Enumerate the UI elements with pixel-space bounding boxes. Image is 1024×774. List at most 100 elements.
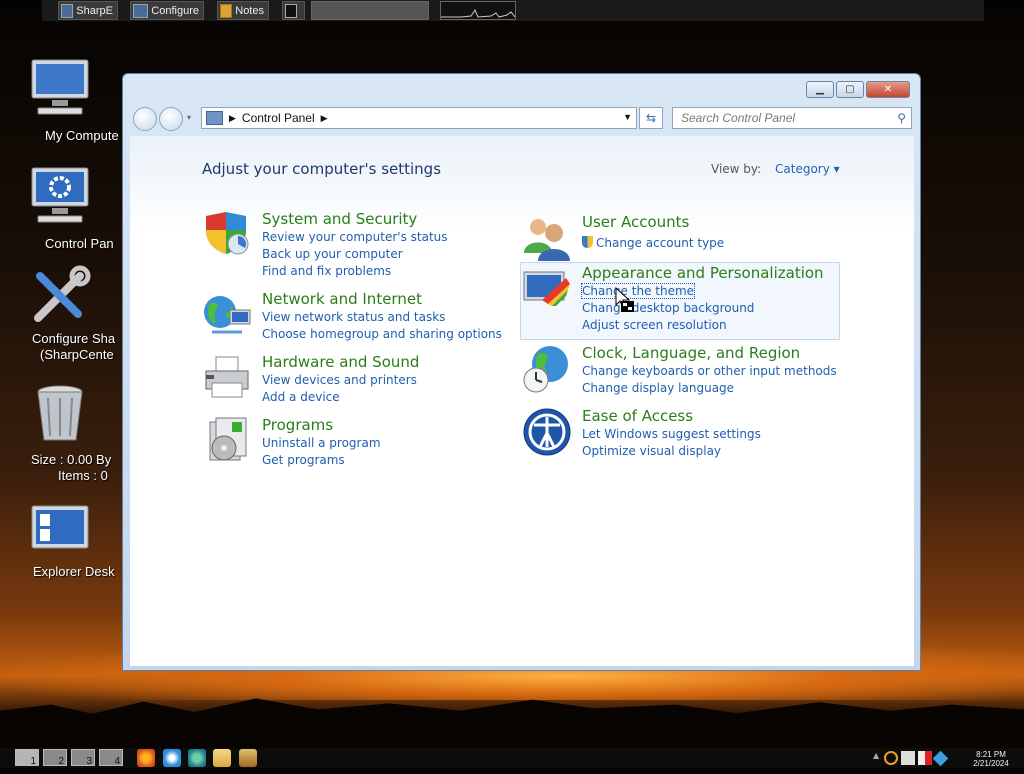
desktop-icon-label-2: (SharpCente [40, 347, 114, 362]
link-find-fix[interactable]: Find and fix problems [262, 264, 391, 278]
appearance-icon[interactable] [522, 264, 572, 314]
clock[interactable]: 8:21 PM 2/21/2024 [966, 750, 1016, 768]
tray-expand-icon[interactable]: ▲ [873, 751, 881, 765]
link-get-programs[interactable]: Get programs [262, 453, 345, 467]
network-icon[interactable] [901, 751, 915, 765]
category-title[interactable]: Programs [262, 416, 333, 434]
taskbar-item-terminal[interactable] [282, 1, 305, 20]
terminal-icon [285, 3, 297, 18]
category-title[interactable]: Appearance and Personalization [582, 264, 824, 282]
breadcrumb-control-panel[interactable]: Control Panel [242, 111, 315, 125]
breadcrumb-separator-icon[interactable]: ▶ [229, 113, 236, 124]
printer-icon[interactable] [202, 353, 252, 403]
workspace-2[interactable]: 2 [43, 749, 67, 767]
ease-of-access-icon[interactable] [522, 407, 572, 457]
computer-icon [31, 59, 89, 115]
window-controls: ▁ ▢ ✕ [806, 81, 910, 98]
search-input[interactable]: Search Control Panel ⚲ [672, 107, 912, 129]
system-tray: ▲ [873, 749, 961, 767]
volume-muted-icon[interactable] [918, 751, 932, 765]
bottom-taskbar: 1 2 3 4 ▲ 8:21 PM 2/21/2024 [0, 748, 1024, 768]
browser-icon[interactable] [188, 749, 206, 767]
link-label: Change account type [596, 236, 725, 250]
address-dropdown-icon[interactable]: ▼ [623, 112, 632, 122]
recent-pages-icon[interactable]: ▾ [187, 113, 191, 122]
control-panel-content: Adjust your computer's settings View by:… [130, 136, 914, 666]
users-icon[interactable] [522, 213, 572, 263]
cpu-graph [440, 1, 516, 20]
firefox-icon[interactable] [137, 749, 155, 767]
desktop-icon-label: Control Pan [45, 236, 114, 251]
forward-button[interactable] [159, 107, 183, 131]
link-homegroup[interactable]: Choose homegroup and sharing options [262, 327, 502, 341]
control-panel-icon [206, 111, 223, 125]
view-by-label: View by: [711, 162, 762, 176]
category-title[interactable]: Hardware and Sound [262, 353, 419, 371]
view-by-control: View by: Category ▾ [711, 162, 840, 176]
link-devices-printers[interactable]: View devices and printers [262, 373, 417, 387]
link-optimize-visual[interactable]: Optimize visual display [582, 444, 721, 458]
address-bar[interactable]: ▶ Control Panel ▶ ▼ [201, 107, 637, 129]
view-by-dropdown[interactable]: Category ▾ [775, 162, 840, 176]
close-button[interactable]: ✕ [866, 81, 910, 98]
taskbar-item-label: Notes [235, 4, 264, 17]
link-back-up[interactable]: Back up your computer [262, 247, 403, 261]
link-screen-resolution[interactable]: Adjust screen resolution [582, 318, 727, 332]
desktop-icon-label: Size : 0.00 By [31, 452, 112, 467]
taskbar-blank-slot [311, 1, 429, 20]
link-add-device[interactable]: Add a device [262, 390, 340, 404]
tray-app-icon[interactable] [932, 750, 949, 766]
link-change-keyboards[interactable]: Change keyboards or other input methods [582, 364, 837, 378]
link-suggest-settings[interactable]: Let Windows suggest settings [582, 427, 761, 441]
uac-shield-icon [582, 236, 593, 248]
control-panel-icon [31, 167, 89, 223]
notes-icon [220, 3, 233, 18]
workspace-1[interactable]: 1 [15, 749, 39, 767]
maximize-button[interactable]: ▢ [836, 81, 864, 98]
link-display-language[interactable]: Change display language [582, 381, 734, 395]
explorer-icon [31, 505, 89, 549]
taskbar-item-label: SharpE [76, 4, 113, 17]
back-button[interactable] [133, 107, 157, 131]
recycle-bin-icon [37, 385, 83, 441]
folder-icon[interactable] [213, 749, 231, 767]
workspace-3[interactable]: 3 [71, 749, 95, 767]
taskbar-item-configure[interactable]: Configure [130, 1, 204, 20]
monitor-icon [133, 3, 149, 18]
category-title[interactable]: User Accounts [582, 213, 689, 231]
navigation-bar: ▾ ▶ Control Panel ▶ ▼ ⇆ Search Control P… [131, 105, 912, 131]
clock-globe-icon[interactable] [522, 344, 572, 394]
category-title[interactable]: Network and Internet [262, 290, 422, 308]
category-title[interactable]: Ease of Access [582, 407, 693, 425]
cpu-graph-line [441, 8, 516, 18]
programs-icon[interactable] [202, 416, 252, 466]
category-title[interactable]: Clock, Language, and Region [582, 344, 800, 362]
link-change-account-type[interactable]: Change account type [582, 236, 724, 250]
ie-icon[interactable] [163, 749, 181, 767]
link-network-status[interactable]: View network status and tasks [262, 310, 445, 324]
search-icon[interactable] [884, 751, 898, 765]
link-change-theme[interactable]: Change the theme [580, 283, 696, 299]
top-taskbar: SharpE Configure Notes [42, 0, 984, 21]
refresh-button[interactable]: ⇆ [639, 107, 663, 129]
workspace-4[interactable]: 4 [99, 749, 123, 767]
desktop-icon-label: Configure Sha [32, 331, 116, 346]
network-globe-icon[interactable] [202, 290, 252, 340]
clock-date: 2/21/2024 [973, 759, 1009, 768]
search-icon[interactable]: ⚲ [897, 111, 906, 125]
link-review-status[interactable]: Review your computer's status [262, 230, 448, 244]
link-desktop-background[interactable]: Change desktop background [582, 301, 754, 315]
taskbar-item-notes[interactable]: Notes [217, 1, 269, 20]
category-title[interactable]: System and Security [262, 210, 417, 228]
desktop-icon-label: Explorer Desk [33, 564, 115, 579]
shield-icon[interactable] [202, 210, 252, 260]
clock-time: 8:21 PM [976, 750, 1006, 759]
page-title: Adjust your computer's settings [202, 160, 442, 178]
mouse-cursor-icon [615, 287, 634, 312]
search-placeholder: Search Control Panel [681, 111, 796, 125]
link-uninstall[interactable]: Uninstall a program [262, 436, 381, 450]
breadcrumb-separator-icon[interactable]: ▶ [321, 113, 328, 124]
minimize-button[interactable]: ▁ [806, 81, 834, 98]
taskbar-item-sharpe[interactable]: SharpE [58, 1, 118, 20]
media-icon[interactable] [239, 749, 257, 767]
